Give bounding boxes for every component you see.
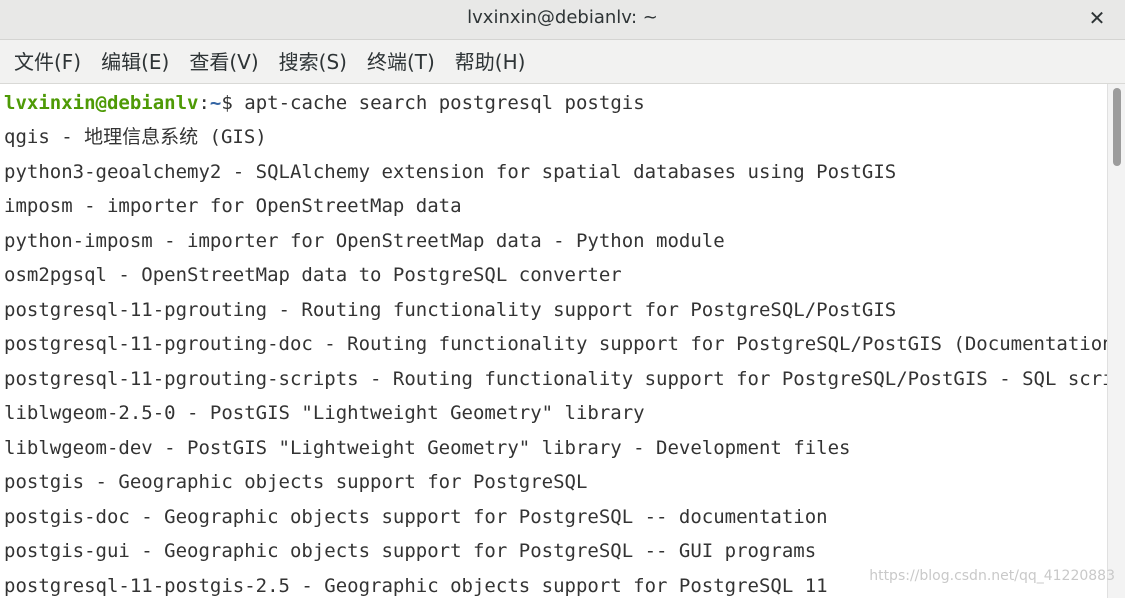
output-line: postgis - Geographic objects support for…	[4, 471, 588, 493]
prompt-user-host: lvxinxin@debianlv	[4, 92, 199, 114]
menu-view[interactable]: 查看(V)	[179, 40, 268, 84]
menu-search[interactable]: 搜索(S)	[269, 40, 357, 84]
menu-edit[interactable]: 编辑(E)	[91, 40, 179, 84]
title-bar[interactable]: lvxinxin@debianlv: ~ ✕	[0, 0, 1125, 40]
output-line: postgresql-11-pgrouting-doc - Routing fu…	[4, 333, 1107, 355]
output-line: liblwgeom-dev - PostGIS "Lightweight Geo…	[4, 437, 851, 459]
terminal-output[interactable]: lvxinxin@debianlv:~$ apt-cache search po…	[0, 84, 1107, 598]
terminal-window: lvxinxin@debianlv: ~ ✕ 文件(F) 编辑(E) 查看(V)…	[0, 0, 1125, 598]
prompt-symbol: $	[221, 92, 245, 114]
output-line: postgis-doc - Geographic objects support…	[4, 506, 828, 528]
command-text: apt-cache search postgresql postgis	[244, 92, 645, 114]
watermark-text: https://blog.csdn.net/qq_41220883	[869, 568, 1115, 584]
output-line: postgis-gui - Geographic objects support…	[4, 540, 817, 562]
vertical-scrollbar[interactable]	[1107, 84, 1125, 598]
command-line: lvxinxin@debianlv:~$ apt-cache search po…	[4, 86, 645, 120]
output-line: osm2pgsql - OpenStreetMap data to Postgr…	[4, 264, 622, 286]
prompt-separator: :	[198, 92, 210, 114]
prompt-path: ~	[209, 92, 222, 114]
menu-terminal[interactable]: 终端(T)	[357, 40, 445, 84]
menu-bar: 文件(F) 编辑(E) 查看(V) 搜索(S) 终端(T) 帮助(H)	[0, 40, 1125, 84]
output-line: python-imposm - importer for OpenStreetM…	[4, 230, 725, 252]
menu-file[interactable]: 文件(F)	[4, 40, 91, 84]
output-line: python3-geoalchemy2 - SQLAlchemy extensi…	[4, 161, 897, 183]
output-line: postgresql-11-pgrouting - Routing functi…	[4, 299, 897, 321]
output-line: imposm - importer for OpenStreetMap data	[4, 195, 462, 217]
output-line: qgis - 地理信息系统 (GIS)	[4, 126, 267, 148]
output-line: postgresql-11-pgrouting-scripts - Routin…	[4, 368, 1107, 390]
close-icon[interactable]: ✕	[1083, 4, 1111, 32]
output-line: postgresql-11-postgis-2.5 - Geographic o…	[4, 575, 828, 597]
window-title: lvxinxin@debianlv: ~	[467, 7, 658, 28]
menu-help[interactable]: 帮助(H)	[445, 40, 536, 84]
scrollbar-thumb[interactable]	[1113, 88, 1121, 166]
output-line: liblwgeom-2.5-0 - PostGIS "Lightweight G…	[4, 402, 645, 424]
